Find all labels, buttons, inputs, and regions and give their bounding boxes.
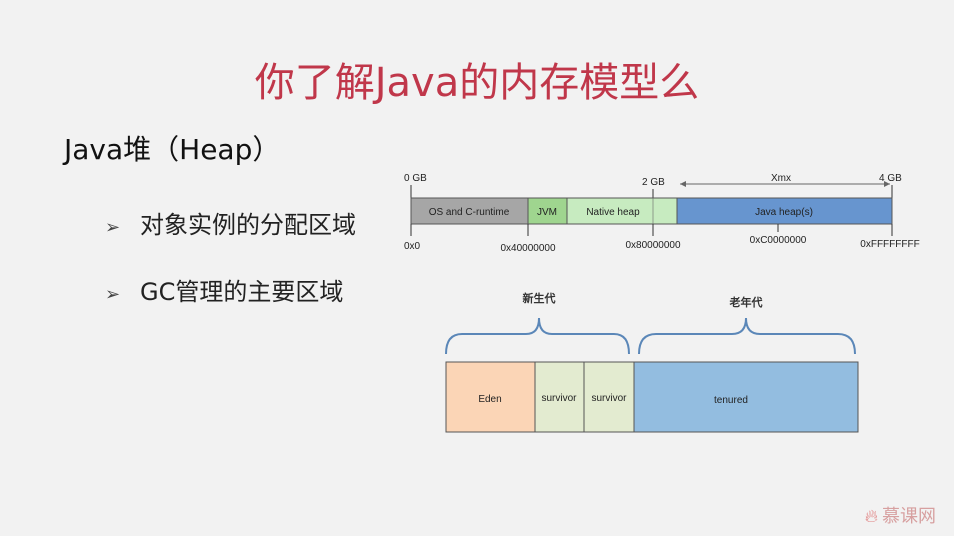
region-eden <box>445 361 536 433</box>
segment-label-java-heap: Java heap(s) <box>755 207 813 218</box>
segment-java-heap <box>676 197 893 225</box>
region-tenured <box>633 361 859 433</box>
region-survivor-1 <box>534 361 585 433</box>
address-0xc0000000: 0xC0000000 <box>750 235 807 246</box>
address-0x40000000: 0x40000000 <box>500 243 555 254</box>
flame-icon: 🔥︎ <box>864 506 878 527</box>
young-gen-label: 新生代 <box>523 291 556 305</box>
region-survivor-2 <box>583 361 635 433</box>
segment-label-jvm: JVM <box>537 207 557 218</box>
address-0xffffffff: 0xFFFFFFFF <box>860 239 919 250</box>
old-gen-label: 老年代 <box>729 295 763 309</box>
logo-text: 慕课网 <box>882 506 936 527</box>
region-label-survivor-1: survivor <box>541 393 577 404</box>
xmx-arrow-left-icon <box>680 181 686 187</box>
slide-title: 你了解Java的内存模型么 <box>254 60 700 106</box>
region-label-tenured: tenured <box>714 395 748 406</box>
section-heading: Java堆（Heap） <box>64 133 281 166</box>
bullet-text: 对象实例的分配区域 <box>140 211 356 239</box>
segment-label-os: OS and C-runtime <box>429 207 510 218</box>
label-0gb: 0 GB <box>404 173 427 184</box>
bullet-item-1: ➢ 对象实例的分配区域 <box>105 205 356 240</box>
segment-label-native: Native heap <box>586 207 640 218</box>
bullet-arrow-icon: ➢ <box>105 284 121 305</box>
region-label-survivor-2: survivor <box>591 393 627 404</box>
segment-jvm <box>527 197 568 225</box>
logo: 🔥︎ 慕课网 <box>865 502 936 528</box>
label-xmx: Xmx <box>771 173 791 184</box>
address-0x80000000: 0x80000000 <box>625 240 680 251</box>
slide: 你了解Java的内存模型么 Java堆（Heap） ➢ 对象实例的分配区域 ➢ GC… <box>0 0 954 536</box>
young-gen-brace <box>445 317 630 355</box>
old-gen-brace <box>638 317 856 355</box>
bullet-arrow-icon: ➢ <box>105 217 121 238</box>
address-0x0: 0x0 <box>404 241 421 252</box>
bullet-text: GC管理的主要区域 <box>140 278 344 306</box>
xmx-arrow-right-icon <box>884 181 890 187</box>
label-4gb: 4 GB <box>879 173 902 184</box>
bullet-item-2: ➢ GC管理的主要区域 <box>105 272 343 307</box>
region-label-eden: Eden <box>478 394 501 405</box>
segment-os <box>410 197 529 225</box>
label-2gb: 2 GB <box>642 177 665 188</box>
segment-native-heap <box>566 197 678 225</box>
